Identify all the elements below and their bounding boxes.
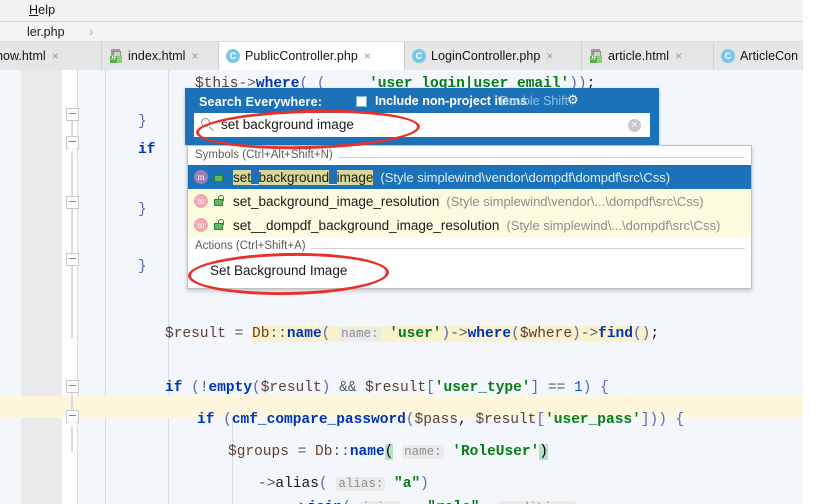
editor-tab-logincontroller-php[interactable]: LoginController.php × xyxy=(405,42,582,70)
search-everywhere-title: Search Everywhere: xyxy=(199,95,323,109)
editor-tab-index-html[interactable]: H index.html × xyxy=(102,42,219,70)
editor-tab-label: LoginController.php xyxy=(431,49,541,63)
ide-window: Help ler.php › H how.html × H index.html… xyxy=(0,0,803,504)
editor-tab-label: PublicController.php xyxy=(245,49,358,63)
code-line-result-assign: $result = Db::name( name: 'user')->where… xyxy=(165,326,660,342)
screenshot-root: Help ler.php › H how.html × H index.html… xyxy=(0,0,825,504)
code-line-if-empty: if (!empty($result) && $result['user_typ… xyxy=(165,380,609,396)
result-item-location: (Style simplewind\vendor\dompdf\dompdf\s… xyxy=(380,169,671,185)
html-file-icon: H xyxy=(589,49,603,63)
editor-tab-label: how.html xyxy=(0,49,46,63)
protected-lock-icon xyxy=(214,219,225,231)
result-item-location: (Style simplewind\vendor\...\dompdf\src\… xyxy=(446,193,704,209)
php-class-icon xyxy=(721,49,735,63)
code-line-alias: ->alias( alias: "a") xyxy=(258,476,429,492)
result-item-location: (Style simplewind\...\dompdf\src\Css) xyxy=(506,217,721,233)
breadcrumb-bar: ler.php › xyxy=(0,22,803,42)
menu-item-help[interactable]: Help xyxy=(29,3,55,17)
code-line-brace: } xyxy=(138,259,147,275)
code-line-brace: } xyxy=(138,114,147,130)
results-group-title: Symbols (Ctrl+Alt+Shift+N) xyxy=(195,149,338,161)
clear-icon[interactable] xyxy=(628,119,641,132)
tab-close-icon[interactable]: × xyxy=(675,50,682,62)
code-line-if: if xyxy=(138,142,156,158)
method-icon xyxy=(194,170,208,184)
breadcrumb-item-file[interactable]: ler.php xyxy=(27,25,65,39)
result-item-set-background-image[interactable]: set_background_image (Style simplewind\v… xyxy=(188,165,751,189)
html-file-icon: H xyxy=(109,49,123,63)
menu-item-help-label: elp xyxy=(38,3,56,17)
tab-close-icon[interactable]: × xyxy=(52,50,59,62)
editor-tab-label: index.html xyxy=(128,49,186,63)
result-item-name: set__dompdf_background_image_resolution xyxy=(233,217,500,233)
results-group-header-symbols: Symbols (Ctrl+Alt+Shift+N) xyxy=(188,148,751,165)
editor-tab-publiccontroller-php[interactable]: PublicController.php × xyxy=(219,42,405,70)
method-icon xyxy=(194,194,208,208)
code-line-brace: } xyxy=(138,202,147,218)
protected-lock-icon xyxy=(214,195,225,207)
tab-close-icon[interactable]: × xyxy=(364,50,371,62)
result-item-set-background-image-resolution[interactable]: set_background_image_resolution (Style s… xyxy=(188,189,751,213)
menu-bar: Help xyxy=(0,0,803,22)
method-icon xyxy=(194,218,208,232)
include-non-project-items-checkbox[interactable] xyxy=(356,96,367,107)
editor-tab-bar: H how.html × H index.html × PublicContro… xyxy=(0,42,803,70)
breadcrumb-separator-icon: › xyxy=(89,23,94,39)
tab-close-icon[interactable]: × xyxy=(546,50,553,62)
results-group-title: Actions (Ctrl+Shift+A) xyxy=(195,240,311,252)
double-shift-hint: Double Shift xyxy=(500,94,569,108)
result-item-name: set_background_image_resolution xyxy=(233,193,440,209)
gear-icon[interactable]: ⚙ xyxy=(567,93,581,107)
code-line-groups-assign: $groups = Db::name( name: 'RoleUser') xyxy=(228,444,548,460)
protected-lock-icon xyxy=(214,171,225,183)
editor-tab-articlecontroller-php[interactable]: ArticleCon xyxy=(714,42,803,70)
php-class-icon xyxy=(412,49,426,63)
result-item-name: set_background_image xyxy=(233,169,374,185)
php-class-icon xyxy=(226,49,240,63)
editor-tab-label: article.html xyxy=(608,49,670,63)
editor-tab-show-html[interactable]: H how.html × xyxy=(0,42,102,70)
code-line-partial-bottom: ->join( join: "role", condition: xyxy=(290,500,576,504)
result-item-set-dompdf-background-image-resolution[interactable]: set__dompdf_background_image_resolution … xyxy=(188,213,751,237)
editor-tab-article-html[interactable]: H article.html × xyxy=(582,42,714,70)
editor-tab-label: ArticleCon xyxy=(740,49,799,63)
screenshot-right-margin xyxy=(803,0,825,504)
tab-close-icon[interactable]: × xyxy=(191,50,198,62)
code-line-if-compare-password: if (cmf_compare_password($pass, $result[… xyxy=(197,412,685,428)
menu-mnemonic-h: H xyxy=(29,3,39,17)
